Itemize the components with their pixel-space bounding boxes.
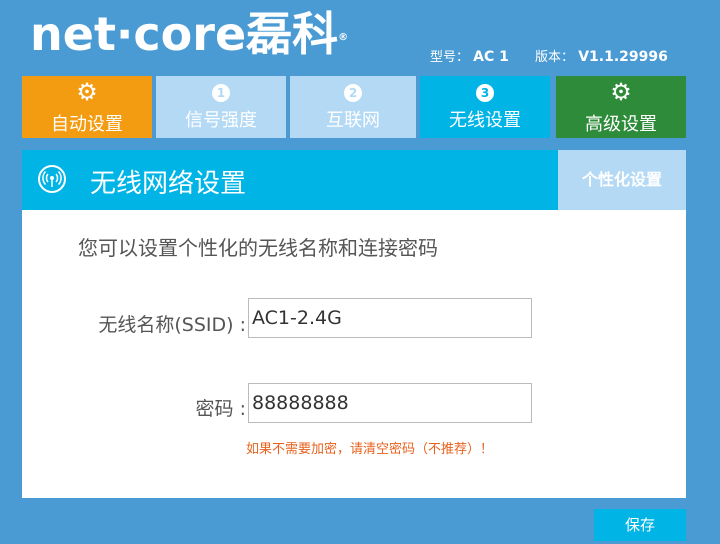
device-info: 型号： AC 1 版本： V1.1.29996 — [430, 46, 690, 65]
ssid-label: 无线名称(SSID) : — [98, 314, 246, 336]
logo-text: net·core — [30, 7, 247, 61]
wireless-form: 您可以设置个性化的无线名称和连接密码 无线名称(SSID) : AC1-2.4G… — [22, 210, 686, 498]
tab-personalize[interactable]: 个性化设置 — [558, 150, 686, 210]
panel-header: 无线网络设置 个性化设置 — [22, 150, 686, 210]
step-2-badge: 2 — [344, 84, 362, 102]
nav-step1-label: 信号强度 — [185, 110, 257, 131]
password-input[interactable]: 88888888 — [248, 383, 532, 423]
nav-advanced-settings[interactable]: ⚙ 高级设置 — [556, 76, 686, 138]
panel-title: 无线网络设置 — [90, 169, 247, 199]
form-intro: 您可以设置个性化的无线名称和连接密码 — [78, 236, 438, 260]
wifi-icon — [38, 165, 66, 193]
step-1-badge: 1 — [212, 84, 230, 102]
setup-nav: ⚙ 自动设置 1 信号强度 2 互联网 3 无线设置 ⚙ 高级设置 — [22, 76, 686, 138]
nav-auto-label: 自动设置 — [51, 114, 123, 135]
model-value: AC 1 — [473, 49, 509, 65]
gear-icon: ⚙ — [610, 78, 632, 106]
save-button[interactable]: 保存 — [594, 509, 686, 541]
ssid-input[interactable]: AC1-2.4G — [248, 298, 532, 338]
nav-step2-label: 互联网 — [326, 110, 380, 131]
version-label: 版本： — [535, 50, 575, 65]
step-3-badge: 3 — [476, 84, 494, 102]
registered-mark: ® — [338, 32, 349, 43]
logo-cn: 磊科 — [246, 7, 339, 61]
model-label: 型号： — [430, 50, 470, 65]
nav-step-signal[interactable]: 1 信号强度 — [156, 76, 286, 138]
nav-step-internet[interactable]: 2 互联网 — [290, 76, 416, 138]
nav-step-wireless[interactable]: 3 无线设置 — [420, 76, 550, 138]
password-label: 密码 : — [195, 398, 246, 420]
nav-auto-setup[interactable]: ⚙ 自动设置 — [22, 76, 152, 138]
nav-advanced-label: 高级设置 — [585, 114, 657, 135]
password-hint: 如果不需要加密，请清空密码（不推荐）！ — [246, 442, 494, 457]
nav-step3-label: 无线设置 — [449, 110, 521, 131]
version-value: V1.1.29996 — [578, 49, 668, 65]
gear-sync-icon: ⚙ — [76, 78, 98, 106]
brand-logo: net·core磊科® — [30, 8, 348, 60]
